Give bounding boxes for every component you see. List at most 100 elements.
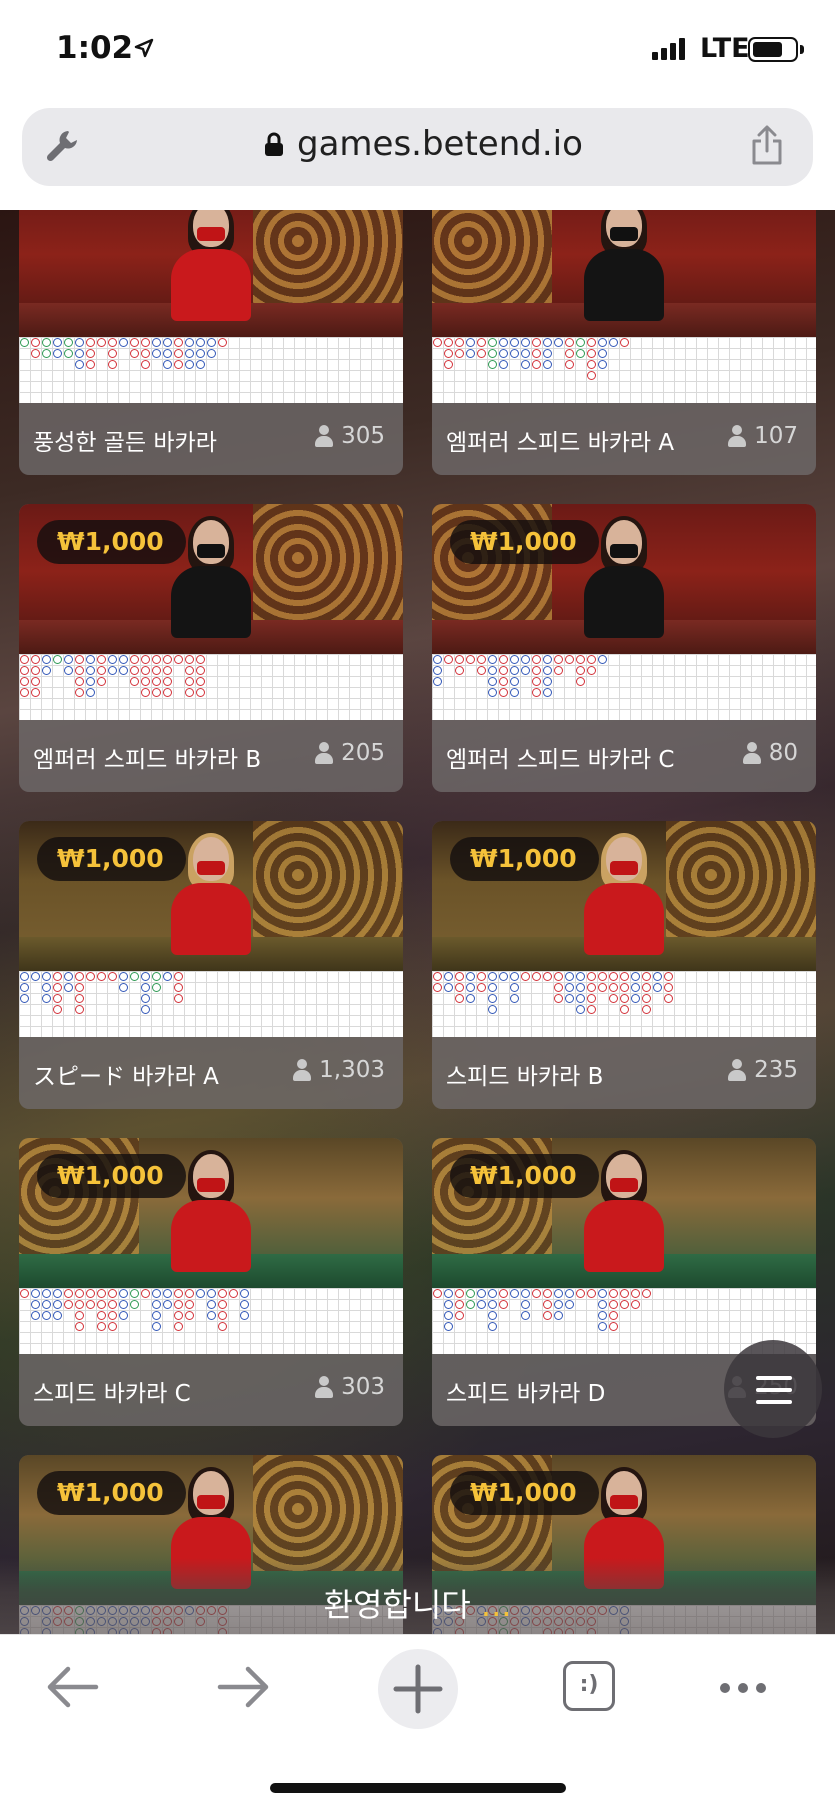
bead-marker [444, 1322, 453, 1331]
bead-marker [565, 983, 574, 992]
game-thumbnail[interactable]: ₩1,000 [432, 504, 816, 654]
bead-marker [565, 655, 574, 664]
bead-marker [130, 1300, 139, 1309]
welcome-dots: ... [480, 1586, 512, 1624]
url-bar[interactable]: games.betend.io [22, 108, 813, 186]
bead-marker [152, 666, 161, 675]
bead-marker [31, 338, 40, 347]
game-card[interactable]: ₩1,000 スピード 바카라 A 1,303 [19, 821, 403, 1109]
wrench-icon[interactable] [42, 125, 82, 165]
bead-marker [499, 666, 508, 675]
bead-marker [130, 666, 139, 675]
bead-marker [75, 338, 84, 347]
back-arrow-icon[interactable] [42, 1659, 102, 1715]
bead-marker [174, 349, 183, 358]
game-thumbnail[interactable] [432, 210, 816, 337]
bead-marker [75, 983, 84, 992]
bead-marker [576, 972, 585, 981]
bead-marker [196, 655, 205, 664]
bead-marker [642, 972, 651, 981]
bead-marker [543, 338, 552, 347]
bead-marker [510, 666, 519, 675]
game-card[interactable]: ₩1,000 엠퍼러 스피드 바카라 C 80 [432, 504, 816, 792]
game-card[interactable]: 풍성한 골든 바카라 305 [19, 210, 403, 475]
bead-marker [488, 1005, 497, 1014]
game-thumbnail[interactable]: ₩1,000 [19, 504, 403, 654]
bead-marker [152, 338, 161, 347]
bead-marker [108, 972, 117, 981]
bead-marker [433, 972, 442, 981]
bead-marker [565, 349, 574, 358]
bead-marker [163, 1289, 172, 1298]
game-card[interactable]: ₩1,000 스피드 바카라 C 303 [19, 1138, 403, 1426]
bead-marker [598, 1300, 607, 1309]
bead-marker [207, 349, 216, 358]
bead-marker [433, 655, 442, 664]
url-text[interactable]: games.betend.io [297, 124, 583, 164]
bead-marker [53, 994, 62, 1003]
bead-marker [174, 1300, 183, 1309]
bead-marker [141, 994, 150, 1003]
bead-marker [42, 338, 51, 347]
person-icon [315, 425, 334, 447]
bead-marker [488, 360, 497, 369]
new-tab-button[interactable] [378, 1649, 458, 1729]
bead-marker [521, 1289, 530, 1298]
game-card[interactable]: ₩1,000 엠퍼러 스피드 바카라 B 205 [19, 504, 403, 792]
bead-marker [97, 972, 106, 981]
bead-marker [653, 972, 662, 981]
card-footer: 엠퍼러 스피드 바카라 A 107 [432, 403, 816, 475]
bead-marker [75, 677, 84, 686]
bead-marker [532, 666, 541, 675]
bead-marker [598, 360, 607, 369]
bead-marker [185, 666, 194, 675]
bead-road [19, 654, 403, 720]
bead-marker [576, 677, 585, 686]
bead-marker [587, 994, 596, 1003]
bead-marker [207, 1300, 216, 1309]
game-card[interactable]: 엠퍼러 스피드 바카라 A 107 [432, 210, 816, 475]
bead-marker [64, 349, 73, 358]
forward-arrow-icon[interactable] [214, 1659, 274, 1715]
bead-marker [64, 666, 73, 675]
game-title: スピード 바카라 A [33, 1064, 219, 1090]
game-thumbnail[interactable]: ₩1,000 [432, 1138, 816, 1288]
bead-marker [163, 972, 172, 981]
game-card[interactable]: ₩1,000 스피드 바카라 B 235 [432, 821, 816, 1109]
bead-marker [521, 655, 530, 664]
game-thumbnail[interactable]: ₩1,000 [19, 821, 403, 971]
bead-marker [521, 338, 530, 347]
share-icon[interactable] [749, 123, 785, 167]
player-count: 305 [315, 423, 385, 449]
bead-marker [521, 972, 530, 981]
game-thumbnail[interactable]: ₩1,000 [19, 1138, 403, 1288]
player-count-value: 305 [341, 423, 385, 449]
game-thumbnail[interactable] [19, 210, 403, 337]
bead-marker [576, 655, 585, 664]
status-bar: 1:02 LTE [0, 0, 835, 104]
bead-marker [141, 1005, 150, 1014]
bead-marker [141, 972, 150, 981]
bead-marker [119, 655, 128, 664]
bead-marker [587, 655, 596, 664]
bead-marker [598, 338, 607, 347]
game-list: 풍성한 골든 바카라 305 엠퍼러 스피드 바카라 A 107 ₩1,000 엠퍼러 스… [0, 210, 835, 1634]
bead-marker [477, 338, 486, 347]
bead-marker [53, 655, 62, 664]
bead-marker [609, 983, 618, 992]
bead-marker [444, 983, 453, 992]
bead-marker [108, 1300, 117, 1309]
tabs-icon[interactable]: :) [563, 1661, 615, 1711]
bead-marker [532, 338, 541, 347]
bead-marker [130, 972, 139, 981]
more-icon[interactable] [720, 1683, 766, 1693]
game-thumbnail[interactable]: ₩1,000 [432, 821, 816, 971]
bead-marker [141, 677, 150, 686]
bead-marker [576, 1289, 585, 1298]
bead-marker [185, 1289, 194, 1298]
menu-button[interactable] [724, 1340, 822, 1438]
bead-marker [466, 1289, 475, 1298]
bead-marker [240, 1289, 249, 1298]
bead-marker [510, 972, 519, 981]
bead-marker [53, 1311, 62, 1320]
